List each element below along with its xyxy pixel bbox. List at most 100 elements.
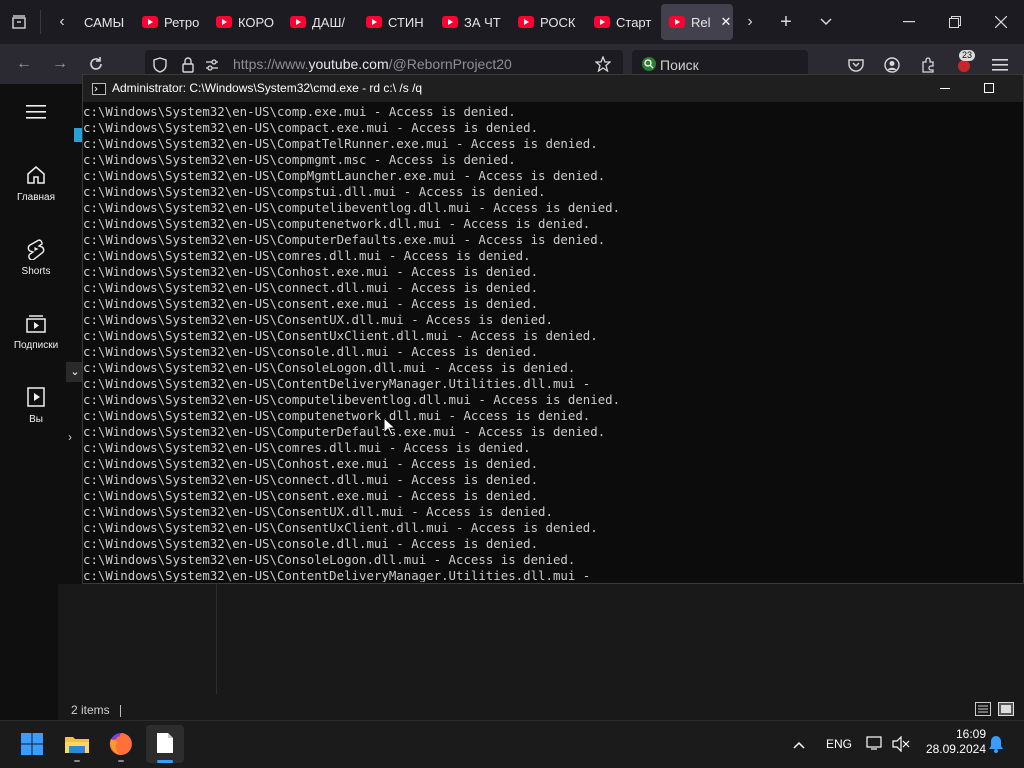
browser-tab[interactable]: ЗА ЧТ — [434, 4, 504, 40]
cmd-line: c:\Windows\System32\en-US\ConsentUxClien… — [83, 328, 598, 343]
details-view-icon[interactable] — [975, 702, 991, 716]
show-hidden-icons-icon[interactable] — [792, 738, 806, 750]
items-count: 2 items — [71, 703, 110, 717]
cmd-output[interactable]: c:\Windows\System32\en-US\comp.exe.mui -… — [83, 104, 1013, 582]
account-icon[interactable] — [882, 55, 902, 75]
cmd-line: c:\Windows\System32\en-US\computelibeven… — [83, 200, 621, 215]
language-indicator[interactable]: ENG — [826, 737, 852, 751]
pocket-icon[interactable] — [846, 55, 866, 75]
explorer-chevron-right-icon[interactable]: › — [68, 430, 72, 444]
cmd-line: c:\Windows\System32\en-US\console.dll.mu… — [83, 536, 539, 551]
cmd-line: c:\Windows\System32\en-US\connect.dll.mu… — [83, 280, 539, 295]
cmd-line: c:\Windows\System32\en-US\connect.dll.mu… — [83, 472, 539, 487]
youtube-icon — [366, 16, 382, 28]
subscriptions-icon — [26, 315, 46, 333]
explorer-window — [58, 584, 1024, 720]
clock-time: 16:09 — [955, 727, 986, 741]
tab-label: Rel — [691, 14, 711, 30]
sidebar-item-label: Подписки — [13, 340, 59, 351]
permissions-icon[interactable] — [202, 55, 222, 75]
search-placeholder: Поиск — [660, 57, 699, 73]
volume-muted-icon[interactable] — [892, 735, 910, 753]
browser-tab[interactable]: СТИН — [358, 4, 428, 40]
cmd-window-icon — [92, 82, 106, 95]
notifications-bell-icon[interactable] — [988, 735, 1004, 753]
list-all-tabs-icon[interactable] — [814, 12, 838, 32]
cmd-line: c:\Windows\System32\en-US\CompMgmtLaunch… — [83, 168, 606, 183]
cmd-minimize-icon[interactable] — [934, 80, 956, 96]
network-icon[interactable] — [866, 735, 884, 751]
youtube-icon — [442, 16, 458, 28]
cmd-line: c:\Windows\System32\en-US\compstui.dll.m… — [83, 184, 546, 199]
browser-tab[interactable]: Старт — [586, 4, 656, 40]
shield-icon[interactable] — [150, 55, 170, 75]
youtube-icon — [142, 16, 158, 28]
tab-label: ДАШ/ — [312, 14, 346, 30]
url-prefix: https://www. — [233, 56, 309, 72]
extensions-icon[interactable] — [918, 55, 938, 75]
cmd-line: c:\Windows\System32\en-US\comp.exe.mui -… — [83, 104, 516, 119]
cmd-maximize-icon[interactable] — [978, 80, 1000, 96]
cmd-line: c:\Windows\System32\en-US\ConsoleLogon.d… — [83, 552, 576, 567]
youtube-icon — [290, 16, 306, 28]
url-path: /@RebornProject20 — [388, 56, 512, 72]
back-icon[interactable]: ← — [12, 54, 36, 74]
sidebar-item-subscriptions[interactable]: Подписки — [0, 312, 72, 351]
cmd-line: c:\Windows\System32\en-US\compact.exe.mu… — [83, 120, 539, 135]
tabs-scroll-left-icon[interactable]: ‹ — [50, 12, 74, 32]
tab-label: КОРО — [238, 14, 275, 30]
cmd-line: c:\Windows\System32\en-US\compmgmt.msc -… — [83, 152, 516, 167]
large-icons-view-icon[interactable] — [998, 702, 1014, 716]
browser-tab[interactable]: КОРО — [208, 4, 278, 40]
clock[interactable]: 16:09 28.09.2024 — [916, 727, 986, 757]
tab-label: РОСК — [540, 14, 576, 30]
sidebar-item-label: Главная — [16, 192, 56, 203]
firefox-icon[interactable] — [108, 731, 134, 757]
restore-icon[interactable] — [942, 12, 968, 32]
cmd-line: c:\Windows\System32\en-US\comres.dll.mui… — [83, 440, 531, 455]
tab-label: Старт — [616, 14, 652, 30]
active-indicator — [157, 760, 173, 763]
sidebar-item-you[interactable]: Вы — [0, 386, 72, 425]
browser-tab[interactable]: САМЫ — [76, 4, 134, 40]
mouse-cursor-icon — [383, 416, 397, 436]
cmd-line: c:\Windows\System32\en-US\computenetwork… — [83, 408, 591, 423]
address-text[interactable]: https://www.youtube.com/@RebornProject20 — [233, 56, 512, 72]
tab-label: СТИН — [388, 14, 424, 30]
sidebar-item-home[interactable]: Главная — [0, 164, 72, 203]
browser-tab[interactable]: ДАШ/ — [282, 4, 352, 40]
document-icon — [156, 732, 174, 754]
extension-badge: 23 — [959, 50, 976, 61]
cmd-line: c:\Windows\System32\en-US\comres.dll.mui… — [83, 248, 531, 263]
cmd-line: c:\Windows\System32\en-US\ContentDeliver… — [83, 376, 598, 391]
clock-date: 28.09.2024 — [925, 742, 986, 756]
app-menu-icon[interactable] — [990, 55, 1010, 75]
browser-tab-active[interactable]: Rel ✕ — [661, 4, 733, 40]
forward-icon[interactable]: → — [48, 54, 72, 74]
cmd-line: c:\Windows\System32\en-US\ComputerDefaul… — [83, 232, 606, 247]
browser-tab[interactable]: Ретро — [134, 4, 202, 40]
shorts-icon — [27, 239, 45, 260]
sidebar-item-shorts[interactable]: Shorts — [0, 238, 72, 277]
browser-tab[interactable]: РОСК — [510, 4, 580, 40]
minimize-icon[interactable] — [896, 12, 922, 32]
tab-list-icon[interactable] — [8, 12, 30, 32]
tab-label: САМЫ — [84, 14, 125, 30]
hamburger-menu-icon[interactable] — [26, 104, 46, 120]
new-tab-icon[interactable]: + — [774, 11, 798, 33]
start-icon[interactable] — [21, 733, 43, 755]
tabs-scroll-right-icon[interactable]: › — [738, 12, 762, 32]
close-window-icon[interactable] — [988, 12, 1014, 32]
lock-icon[interactable] — [178, 55, 198, 75]
close-tab-icon[interactable]: ✕ — [721, 14, 732, 30]
cmd-line: c:\Windows\System32\en-US\Conhost.exe.mu… — [83, 264, 539, 279]
file-explorer-icon[interactable] — [64, 733, 90, 755]
cmd-line: c:\Windows\System32\en-US\CompatTelRunne… — [83, 136, 598, 151]
reload-icon[interactable] — [84, 54, 108, 74]
cmd-line: c:\Windows\System32\en-US\ContentDeliver… — [83, 568, 598, 582]
running-indicator — [74, 760, 80, 762]
cmd-line: c:\Windows\System32\en-US\computelibeven… — [83, 392, 621, 407]
bookmark-star-icon[interactable] — [592, 54, 614, 74]
youtube-icon — [518, 16, 534, 28]
url-domain: youtube.com — [308, 56, 389, 72]
